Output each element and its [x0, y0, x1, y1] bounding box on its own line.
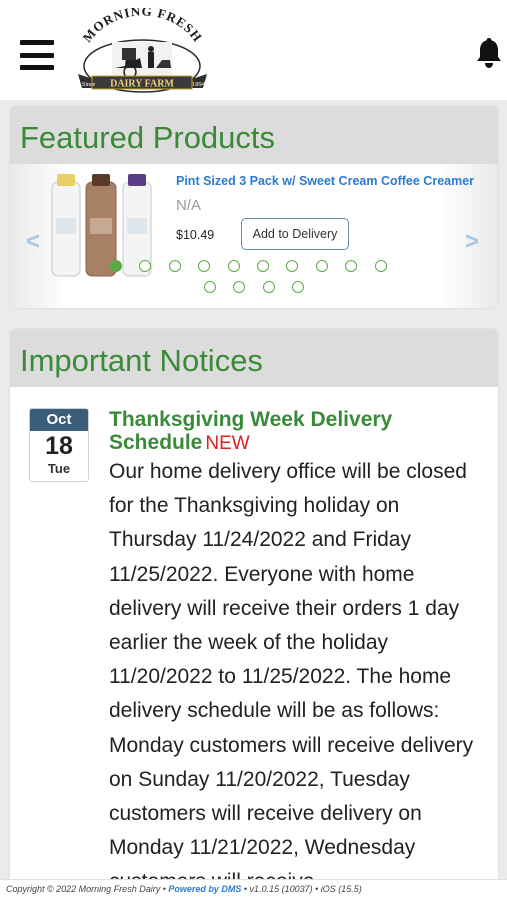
featured-products-heading: Featured Products — [10, 106, 498, 164]
new-badge: NEW — [205, 433, 250, 454]
carousel-dot[interactable] — [262, 281, 275, 293]
carousel-dot[interactable] — [286, 260, 299, 272]
carousel-dot[interactable] — [227, 260, 240, 272]
carousel-dot[interactable] — [168, 260, 181, 272]
chevron-left-icon[interactable]: < — [26, 228, 40, 256]
product-price: $10.49 — [176, 228, 215, 242]
notice-body-text: Our home delivery office will be closed … — [109, 460, 474, 893]
svg-text:DAIRY FARM: DAIRY FARM — [110, 79, 174, 90]
morning-fresh-logo[interactable]: MORNING FRESH DAIRY FARM Since 1894 — [70, 8, 215, 96]
menu-icon-bar — [20, 65, 54, 70]
footer-version: • v1.0.15 (10037) • iOS (15.5) — [243, 884, 362, 894]
add-to-delivery-button[interactable]: Add to Delivery — [241, 218, 349, 250]
carousel-dot[interactable] — [110, 260, 122, 272]
carousel-dot[interactable] — [233, 281, 246, 293]
footer-copyright: Copyright © 2022 Morning Fresh Dairy • — [6, 884, 166, 894]
carousel-dot[interactable] — [198, 260, 211, 272]
carousel-dot[interactable] — [374, 260, 387, 272]
notice-title-link[interactable]: Thanksgiving Week Delivery Schedule NEW — [109, 408, 489, 455]
notice-date-month: Oct — [30, 409, 88, 431]
product-carousel[interactable]: < Pint Sized 3 Pack w/ Sweet Cream Coffe… — [10, 164, 498, 308]
product-title-link[interactable]: Pint Sized 3 Pack w/ Sweet Cream Coffee … — [176, 174, 474, 188]
notice-date-badge: Oct 18 Tue — [29, 408, 89, 482]
important-notices-card: Important Notices Oct 18 Tue Thanksgivin… — [10, 329, 498, 900]
carousel-dot[interactable] — [257, 260, 269, 272]
notice-date-weekday: Tue — [47, 461, 71, 476]
product-subtitle: N/A — [176, 197, 202, 214]
notice-date-day: 18 — [45, 432, 73, 460]
menu-icon-bar — [20, 52, 54, 58]
notice-title-text: Thanksgiving Week Delivery Schedule — [109, 408, 393, 454]
menu-icon-bar — [20, 40, 54, 45]
carousel-dot[interactable] — [315, 260, 328, 272]
important-notices-heading: Important Notices — [10, 329, 498, 387]
chevron-right-icon[interactable]: > — [465, 228, 479, 256]
carousel-dot[interactable] — [204, 281, 217, 293]
app-footer: Copyright © 2022 Morning Fresh Dairy • P… — [0, 879, 507, 900]
notification-bell-icon[interactable] — [474, 36, 504, 70]
svg-text:1894: 1894 — [192, 81, 206, 88]
app-header: MORNING FRESH DAIRY FARM Since 1894 — [0, 0, 507, 100]
carousel-dot[interactable] — [345, 260, 358, 272]
powered-by-dms-link[interactable]: Powered by DMS — [168, 884, 241, 894]
app-screen: MORNING FRESH DAIRY FARM Since 1894 Feat… — [0, 0, 507, 900]
menu-icon[interactable] — [20, 40, 54, 70]
svg-text:Since: Since — [82, 82, 96, 88]
carousel-dot[interactable] — [292, 281, 305, 293]
featured-products-card: Featured Products < Pint Sized 3 Pack w/… — [10, 106, 498, 308]
